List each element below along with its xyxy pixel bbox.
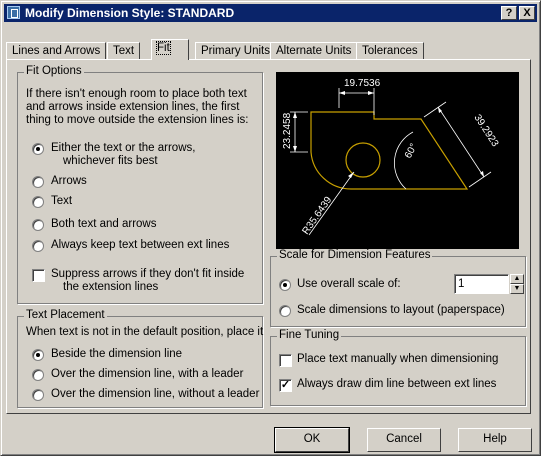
fine-tuning-legend: Fine Tuning (277, 329, 342, 341)
tab-tolerances[interactable]: Tolerances (356, 42, 424, 59)
use-overall-scale-label[interactable]: Use overall scale of: (297, 278, 401, 291)
placement-with-leader-label[interactable]: Over the dimension line, with a leader (51, 368, 243, 381)
dim-23-2458: 23.2458 (282, 112, 293, 149)
dimension-preview: 19.7536 23.2458 39.2923 60° R35.6439 (276, 72, 519, 249)
option-text-label[interactable]: Text (51, 195, 72, 208)
overall-scale-input[interactable]: 1 (454, 274, 509, 294)
fit-description-line-2: and arrows inside extension lines, the f… (26, 101, 240, 113)
place-text-manually-label[interactable]: Place text manually when dimensioning (297, 353, 498, 366)
radio-arrows[interactable] (32, 176, 44, 188)
tab-fit[interactable]: Fit (151, 39, 189, 60)
preview-geometry (310, 111, 469, 190)
ok-button[interactable]: OK (274, 427, 350, 453)
always-draw-dim-line-label[interactable]: Always draw dim line between ext lines (297, 378, 496, 391)
preview-drawing: 19.7536 23.2458 39.2923 60° R35.6439 (282, 78, 501, 237)
radio-beside-dim-line[interactable] (32, 349, 44, 361)
option-always-keep-label[interactable]: Always keep text between ext lines (51, 239, 229, 252)
tab-lines-and-arrows[interactable]: Lines and Arrows (6, 42, 107, 59)
scale-legend: Scale for Dimension Features (277, 249, 433, 261)
radio-either-text-or-arrows[interactable] (32, 143, 44, 155)
option-either-label-2[interactable]: whichever fits best (63, 155, 158, 168)
tab-primary-units[interactable]: Primary Units (195, 42, 277, 59)
title-bar[interactable]: Modify Dimension Style: STANDARD ? X (4, 4, 537, 22)
close-button[interactable]: X (519, 6, 535, 20)
fine-tuning-group: Fine Tuning (270, 329, 526, 406)
fit-description-line-1: If there isn't enough room to place both… (26, 88, 247, 100)
always-draw-dim-line-checkbox[interactable]: ✓ (279, 379, 292, 392)
tab-alternate-units[interactable]: Alternate Units (270, 42, 358, 59)
scale-to-layout-label[interactable]: Scale dimensions to layout (paperspace) (297, 304, 505, 317)
radio-text[interactable] (32, 196, 44, 208)
radio-scale-to-layout[interactable] (279, 305, 291, 317)
preview-arrowheads (293, 91, 484, 178)
scale-spin-up[interactable]: ▲ (510, 274, 524, 284)
fit-description-line-3: thing to move outside the extension line… (26, 114, 249, 126)
scale-spin-down[interactable]: ▼ (510, 284, 524, 294)
tab-text[interactable]: Text (107, 42, 141, 59)
window-title: Modify Dimension Style: STANDARD (25, 6, 235, 20)
option-both-label[interactable]: Both text and arrows (51, 218, 156, 231)
help-title-button[interactable]: ? (501, 6, 517, 20)
radio-over-without-leader[interactable] (32, 389, 44, 401)
dim-39-2923: 39.2923 (471, 113, 500, 150)
suppress-arrows-label[interactable]: Suppress arrows if they don't fit inside (51, 268, 244, 281)
radio-always-keep-text[interactable] (32, 240, 44, 252)
placement-without-leader-label[interactable]: Over the dimension line, without a leade… (51, 388, 259, 401)
dim-19-7536: 19.7536 (344, 78, 381, 89)
suppress-arrows-checkbox[interactable] (32, 269, 45, 282)
place-text-manually-checkbox[interactable] (279, 354, 292, 367)
app-icon (7, 6, 20, 19)
text-placement-description: When text is not in the default position… (26, 326, 264, 338)
fit-options-legend: Fit Options (24, 65, 84, 77)
text-placement-legend: Text Placement (24, 309, 107, 321)
help-button[interactable]: Help (458, 428, 532, 452)
placement-beside-label[interactable]: Beside the dimension line (51, 348, 182, 361)
option-arrows-label[interactable]: Arrows (51, 175, 87, 188)
dim-r35-6439: R35.6439 (300, 195, 334, 237)
radio-over-with-leader[interactable] (32, 369, 44, 381)
option-either-label[interactable]: Either the text or the arrows, (51, 142, 195, 155)
radio-use-overall-scale[interactable] (279, 279, 291, 291)
radio-both-text-and-arrows[interactable] (32, 219, 44, 231)
dim-60-deg: 60° (403, 142, 420, 161)
suppress-arrows-label-2[interactable]: the extension lines (63, 281, 158, 294)
cancel-button[interactable]: Cancel (367, 428, 441, 452)
